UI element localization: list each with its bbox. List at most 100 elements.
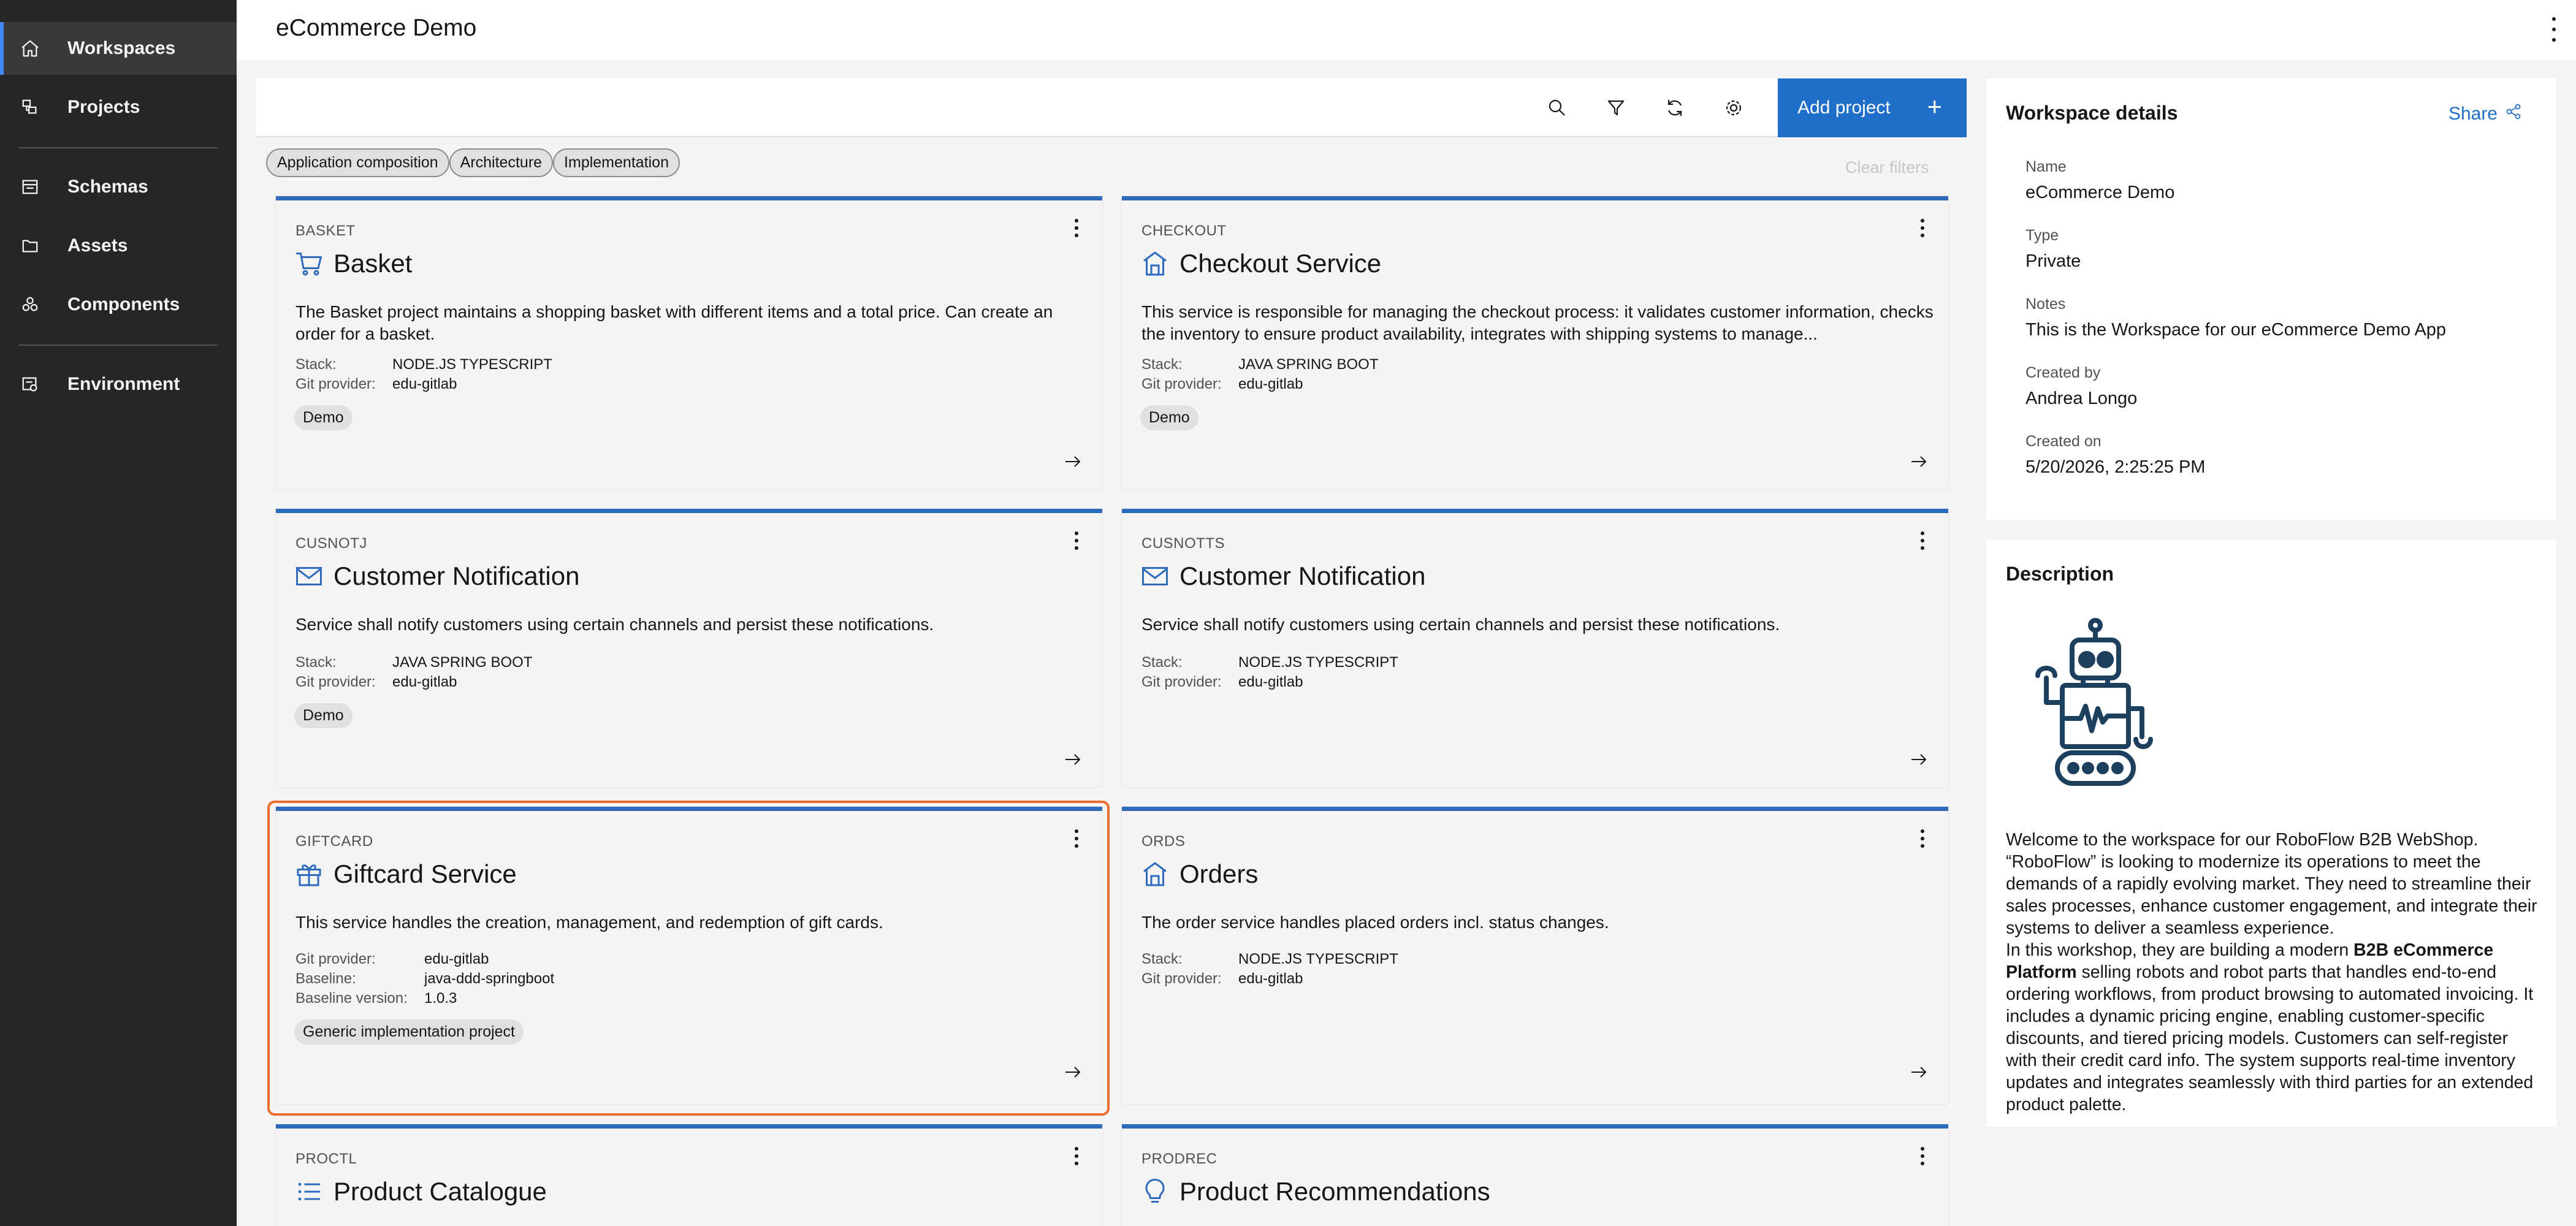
detail-value-name: eCommerce Demo <box>2025 183 2175 202</box>
sidebar-item-workspaces[interactable]: Workspaces <box>0 22 237 75</box>
project-key: GIFTCARD <box>295 833 373 850</box>
detail-value-created-by: Andrea Longo <box>2025 389 2138 408</box>
overflow-menu-icon[interactable] <box>2548 17 2560 42</box>
arrow-right-icon[interactable] <box>1908 748 1930 771</box>
projects-icon <box>20 97 40 118</box>
project-card-proctl[interactable]: PROCTL Product Catalogue <box>276 1124 1102 1226</box>
meta-value: NODE.JS TYPESCRIPT <box>1238 654 1398 671</box>
share-button[interactable]: Share <box>2448 103 2522 125</box>
meta-label: Git provider: <box>295 674 376 690</box>
meta-label: Git provider: <box>295 951 376 967</box>
environment-icon <box>20 374 40 395</box>
meta-label: Baseline version: <box>295 990 408 1007</box>
detail-label-name: Name <box>2025 158 2067 175</box>
project-title: Checkout Service <box>1179 249 1382 278</box>
card-overflow-menu-icon[interactable] <box>1919 531 1926 550</box>
arrow-right-icon[interactable] <box>1062 1061 1084 1083</box>
meta-value: edu-gitlab <box>1238 970 1303 987</box>
sidebar-item-label: Schemas <box>67 177 148 197</box>
card-overflow-menu-icon[interactable] <box>1919 829 1926 848</box>
refresh-icon[interactable] <box>1645 78 1704 137</box>
project-key: ORDS <box>1141 833 1186 850</box>
meta-value: edu-gitlab <box>392 376 457 392</box>
sidebar-item-label: Environment <box>67 374 180 394</box>
project-title: Basket <box>333 249 413 278</box>
card-overflow-menu-icon[interactable] <box>1919 1147 1926 1165</box>
meta-label: Stack: <box>1141 654 1183 671</box>
sidebar-item-assets[interactable]: Assets <box>0 219 237 272</box>
description-paragraph: selling robots and robot parts that hand… <box>2006 962 2534 1114</box>
project-description: The order service handles placed orders … <box>1141 913 1609 932</box>
project-card-checkout[interactable]: CHECKOUT Checkout Service This service i… <box>1122 196 1948 489</box>
project-description: Service shall notify customers using cer… <box>295 615 934 634</box>
panel-title: Workspace details <box>2006 102 2178 124</box>
project-meta: Stack: JAVA SPRING BOOT Git provider: edu-… <box>1141 355 1379 394</box>
meta-value: edu-gitlab <box>392 674 457 690</box>
card-overflow-menu-icon[interactable] <box>1073 829 1080 848</box>
email-icon <box>294 561 325 592</box>
arrow-right-icon[interactable] <box>1062 451 1084 473</box>
meta-label: Git provider: <box>1141 674 1222 690</box>
project-title: Product Recommendations <box>1179 1177 1490 1206</box>
project-key: BASKET <box>295 223 356 239</box>
sidebar-item-environment[interactable]: Environment <box>0 358 237 411</box>
filter-tag[interactable]: Implementation <box>553 148 680 177</box>
card-overflow-menu-icon[interactable] <box>1919 219 1926 237</box>
home-icon <box>20 38 40 59</box>
card-overflow-menu-icon[interactable] <box>1073 219 1080 237</box>
robot-illustration <box>2022 617 2169 804</box>
project-card-cusnotj[interactable]: CUSNOTJ Customer Notification Service sh… <box>276 509 1102 787</box>
filter-tag[interactable]: Architecture <box>449 148 554 177</box>
sidebar-item-label: Workspaces <box>67 38 176 58</box>
meta-value: JAVA SPRING BOOT <box>1238 356 1379 373</box>
card-overflow-menu-icon[interactable] <box>1073 531 1080 550</box>
project-title: Orders <box>1179 859 1259 888</box>
description-text: Welcome to the workspace for our RoboFlo… <box>2006 829 2543 1116</box>
meta-value: JAVA SPRING BOOT <box>392 654 533 671</box>
cart-icon <box>294 248 325 279</box>
meta-label: Stack: <box>295 356 337 373</box>
meta-label: Git provider: <box>1141 376 1222 392</box>
page-title: eCommerce Demo <box>276 15 477 41</box>
search-icon[interactable] <box>1528 78 1587 137</box>
project-card-giftcard[interactable]: GIFTCARD Giftcard Service This service h… <box>276 807 1102 1105</box>
settings-icon[interactable] <box>1704 78 1763 137</box>
project-card-prodrec[interactable]: PRODREC Product Recommendations <box>1122 1124 1948 1226</box>
project-meta: Stack: NODE.JS TYPESCRIPT Git provider: ed… <box>295 355 552 394</box>
sidebar-item-label: Projects <box>67 97 140 117</box>
share-label: Share <box>2448 104 2498 124</box>
arrow-right-icon[interactable] <box>1062 748 1084 771</box>
detail-value-type: Private <box>2025 251 2081 271</box>
project-meta: Stack: JAVA SPRING BOOT Git provider: edu-… <box>295 653 533 692</box>
project-card-ords[interactable]: ORDS Orders The order service handles pl… <box>1122 807 1948 1105</box>
folder-icon <box>20 235 40 256</box>
description-paragraph: Welcome to the workspace for our RoboFlo… <box>2006 830 2537 938</box>
meta-label: Baseline: <box>295 970 356 987</box>
nav-divider <box>18 147 218 148</box>
filter-icon[interactable] <box>1587 78 1645 137</box>
meta-value: NODE.JS TYPESCRIPT <box>392 356 552 373</box>
meta-value: edu-gitlab <box>1238 376 1303 392</box>
arrow-right-icon[interactable] <box>1908 1061 1930 1083</box>
project-key: PROCTL <box>295 1151 357 1167</box>
clear-filters-link[interactable]: Clear filters <box>1845 158 1929 177</box>
sidebar-item-label: Components <box>67 294 180 314</box>
sidebar-item-schemas[interactable]: Schemas <box>0 161 237 213</box>
card-overflow-menu-icon[interactable] <box>1073 1147 1080 1165</box>
sidebar-item-projects[interactable]: Projects <box>0 81 237 134</box>
workspace-details-panel: Workspace details Share Name eCommerce D… <box>1986 78 2556 520</box>
project-title: Giftcard Service <box>333 859 517 888</box>
meta-value: 1.0.3 <box>424 990 457 1007</box>
project-card-cusnotts[interactable]: CUSNOTTS Customer Notification Service s… <box>1122 509 1948 787</box>
storefront-icon <box>1140 859 1171 889</box>
add-project-button[interactable]: Add project + <box>1778 78 1967 137</box>
project-meta: Stack: NODE.JS TYPESCRIPT Git provider: ed… <box>1141 950 1398 989</box>
arrow-right-icon[interactable] <box>1908 451 1930 473</box>
sidebar: Workspaces Projects Schemas Assets Compo… <box>0 0 237 1226</box>
project-description: The Basket project maintains a shopping … <box>295 302 1053 343</box>
sidebar-item-components[interactable]: Components <box>0 278 237 331</box>
project-meta: Git provider: edu-gitlab Baseline: java-dd… <box>295 950 554 1008</box>
project-card-basket[interactable]: BASKET Basket The Basket project maintai… <box>276 196 1102 489</box>
filter-tag[interactable]: Application composition <box>266 148 449 177</box>
project-tag: Demo <box>294 703 352 728</box>
